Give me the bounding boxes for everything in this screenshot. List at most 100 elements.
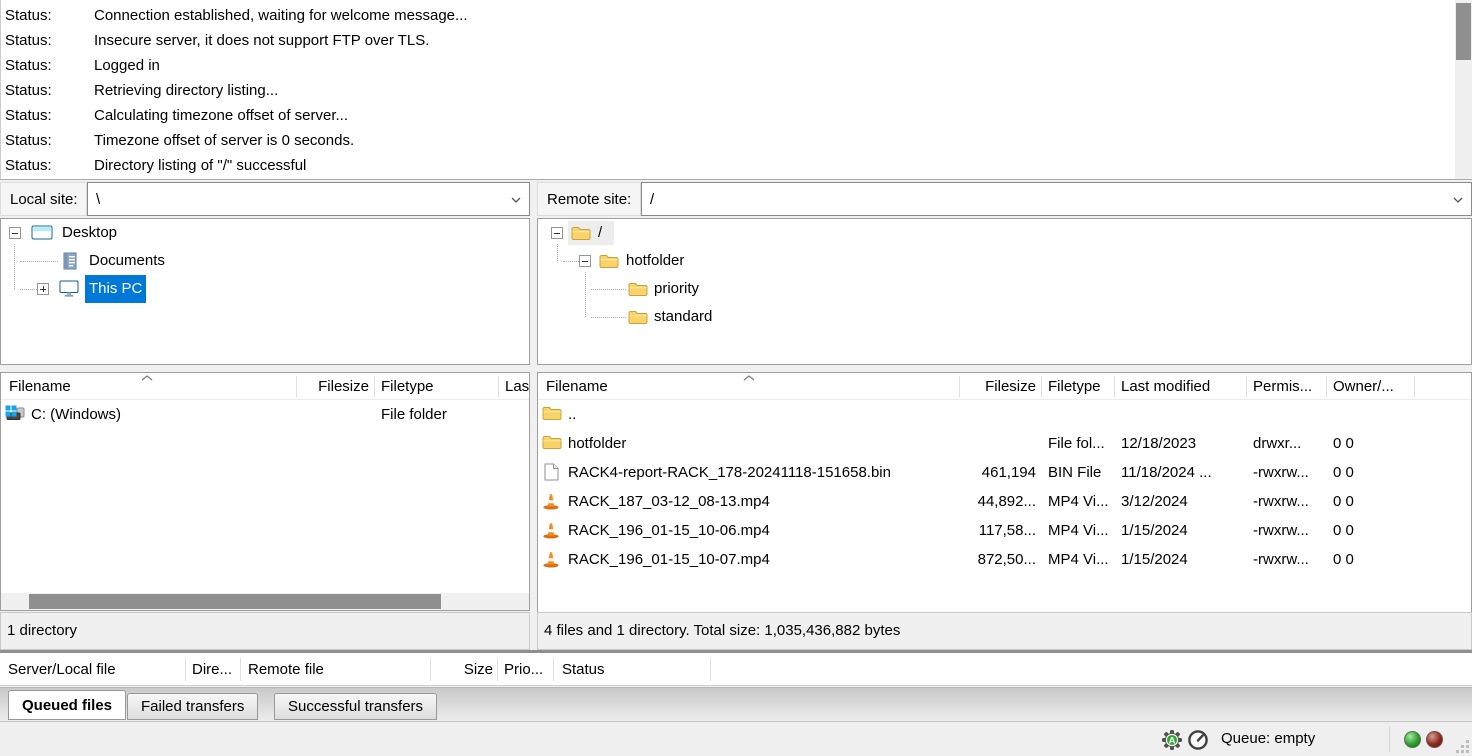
column-separator[interactable] <box>296 376 297 397</box>
column-header-filename[interactable]: Filename <box>546 373 608 400</box>
tab-queued-files[interactable]: Queued files <box>8 690 126 720</box>
column-header-status[interactable]: Status <box>562 653 605 686</box>
expand-icon[interactable] <box>37 283 49 295</box>
file-name[interactable]: .. <box>568 400 576 429</box>
speedlimit-gauge-icon[interactable] <box>1187 729 1209 751</box>
resize-grip[interactable] <box>1457 741 1469 753</box>
local-site-label: Local site: <box>0 182 87 216</box>
tree-item-label[interactable]: priority <box>654 275 699 303</box>
local-list-hscrollbar[interactable] <box>1 593 529 610</box>
column-header-last-modified[interactable]: Last <box>505 373 530 400</box>
column-separator[interactable] <box>553 658 554 681</box>
tree-item-hotfolder[interactable]: hotfolder <box>538 247 1471 275</box>
column-header-server-local-file[interactable]: Server/Local file <box>8 653 116 686</box>
chevron-down-icon[interactable] <box>1453 197 1463 203</box>
tree-item-standard[interactable]: standard <box>538 303 1471 331</box>
collapse-icon[interactable] <box>579 255 591 267</box>
column-header-filesize[interactable]: Filesize <box>964 373 1036 400</box>
file-owner: 0 0 <box>1333 429 1354 458</box>
collapse-icon[interactable] <box>551 227 563 239</box>
file-row-parent-dir[interactable]: .. <box>538 400 1471 429</box>
tab-successful-transfers[interactable]: Successful transfers <box>274 693 437 720</box>
file-name[interactable]: RACK4-report-RACK_178-20241118-151658.bi… <box>568 458 891 487</box>
file-name[interactable]: RACK_196_01-15_10-07.mp4 <box>568 545 770 574</box>
log-message: Timezone offset of server is 0 seconds. <box>94 132 354 149</box>
file-row-mp4[interactable]: RACK_196_01-15_10-06.mp4 117,58... MP4 V… <box>538 516 1471 545</box>
column-header-remote-file[interactable]: Remote file <box>248 653 324 686</box>
column-header-owner[interactable]: Owner/... <box>1333 373 1394 400</box>
remote-list-header: Filename Filesize Filetype Last modified… <box>538 373 1471 400</box>
column-separator[interactable] <box>240 658 241 681</box>
documents-icon <box>61 252 79 270</box>
tree-item-label[interactable]: Desktop <box>62 219 117 247</box>
log-scrollbar[interactable] <box>1455 0 1472 179</box>
column-header-filetype[interactable]: Filetype <box>1048 373 1101 400</box>
panel-splitter[interactable] <box>530 182 537 650</box>
file-modified: 1/15/2024 <box>1121 516 1188 545</box>
sort-ascending-icon <box>743 375 755 381</box>
file-type: File fol... <box>1048 429 1105 458</box>
column-separator[interactable] <box>1326 376 1327 397</box>
column-separator[interactable] <box>185 658 186 681</box>
column-separator[interactable] <box>497 658 498 681</box>
file-row-mp4[interactable]: RACK_196_01-15_10-07.mp4 872,50... MP4 V… <box>538 545 1471 574</box>
column-header-last-modified[interactable]: Last modified <box>1121 373 1210 400</box>
collapse-icon[interactable] <box>9 227 21 239</box>
column-header-direction[interactable]: Dire... <box>192 653 232 686</box>
tree-item-label[interactable]: standard <box>654 303 712 331</box>
tree-item-label-selected[interactable]: This PC <box>85 275 146 303</box>
tree-item-root[interactable]: / <box>538 219 1471 247</box>
file-name[interactable]: RACK_187_03-12_08-13.mp4 <box>568 487 770 516</box>
column-header-filesize[interactable]: Filesize <box>301 373 369 400</box>
file-modified: 3/12/2024 <box>1121 487 1188 516</box>
column-header-permissions[interactable]: Permis... <box>1253 373 1312 400</box>
column-header-priority[interactable]: Prio... <box>504 653 543 686</box>
file-name[interactable]: C: (Windows) <box>31 400 121 429</box>
file-type: MP4 Vi... <box>1048 545 1109 574</box>
file-row-bin-report[interactable]: RACK4-report-RACK_178-20241118-151658.bi… <box>538 458 1471 487</box>
column-separator[interactable] <box>430 658 431 681</box>
file-size: 461,194 <box>964 458 1036 487</box>
tree-item-label[interactable]: Documents <box>89 247 165 275</box>
log-status-label: Status: <box>1 3 94 28</box>
log-message: Logged in <box>94 57 160 74</box>
red-status-ball-icon <box>1426 731 1443 748</box>
remote-site-combobox[interactable]: / <box>641 182 1472 216</box>
tree-item-priority[interactable]: priority <box>538 275 1471 303</box>
log-scrollbar-thumb[interactable] <box>1456 3 1471 60</box>
column-separator[interactable] <box>1246 376 1247 397</box>
column-separator[interactable] <box>374 376 375 397</box>
tab-failed-transfers[interactable]: Failed transfers <box>127 693 258 720</box>
file-name[interactable]: RACK_196_01-15_10-06.mp4 <box>568 516 770 545</box>
queue-header: Server/Local file Dire... Remote file Si… <box>0 653 1472 686</box>
tree-item-this-pc[interactable]: This PC <box>1 275 529 303</box>
column-header-size[interactable]: Size <box>435 653 493 686</box>
file-name[interactable]: hotfolder <box>568 429 626 458</box>
log-status-label: Status: <box>1 103 94 128</box>
tree-item-documents[interactable]: Documents <box>1 247 529 275</box>
file-type: MP4 Vi... <box>1048 487 1109 516</box>
column-header-filename[interactable]: Filename <box>9 373 71 400</box>
column-separator[interactable] <box>1414 376 1415 397</box>
log-message: Insecure server, it does not support FTP… <box>94 32 429 49</box>
file-row-c-drive[interactable]: C: (Windows) File folder <box>1 400 529 429</box>
tree-item-label[interactable]: / <box>598 219 602 247</box>
file-row-hotfolder[interactable]: hotfolder File fol... 12/18/2023 drwxr..… <box>538 429 1471 458</box>
file-row-mp4[interactable]: RACK_187_03-12_08-13.mp4 44,892... MP4 V… <box>538 487 1471 516</box>
local-site-combobox[interactable]: \ <box>87 182 530 216</box>
message-log-panel: Status:Connection established, waiting f… <box>0 0 1472 180</box>
chevron-down-icon[interactable] <box>511 197 521 203</box>
tree-item-label[interactable]: hotfolder <box>626 247 684 275</box>
column-separator[interactable] <box>1114 376 1115 397</box>
column-header-filetype[interactable]: Filetype <box>381 373 434 400</box>
column-separator[interactable] <box>1041 376 1042 397</box>
column-separator[interactable] <box>959 376 960 397</box>
column-separator[interactable] <box>710 658 711 681</box>
column-separator[interactable] <box>498 376 499 397</box>
log-message: Calculating timezone offset of server... <box>94 107 348 124</box>
tree-item-desktop[interactable]: Desktop <box>1 219 529 247</box>
remote-site-path: / <box>650 191 654 208</box>
file-size: 872,50... <box>964 545 1036 574</box>
local-list-hscrollbar-thumb[interactable] <box>29 594 441 609</box>
gear-a-icon[interactable] <box>1161 729 1183 751</box>
